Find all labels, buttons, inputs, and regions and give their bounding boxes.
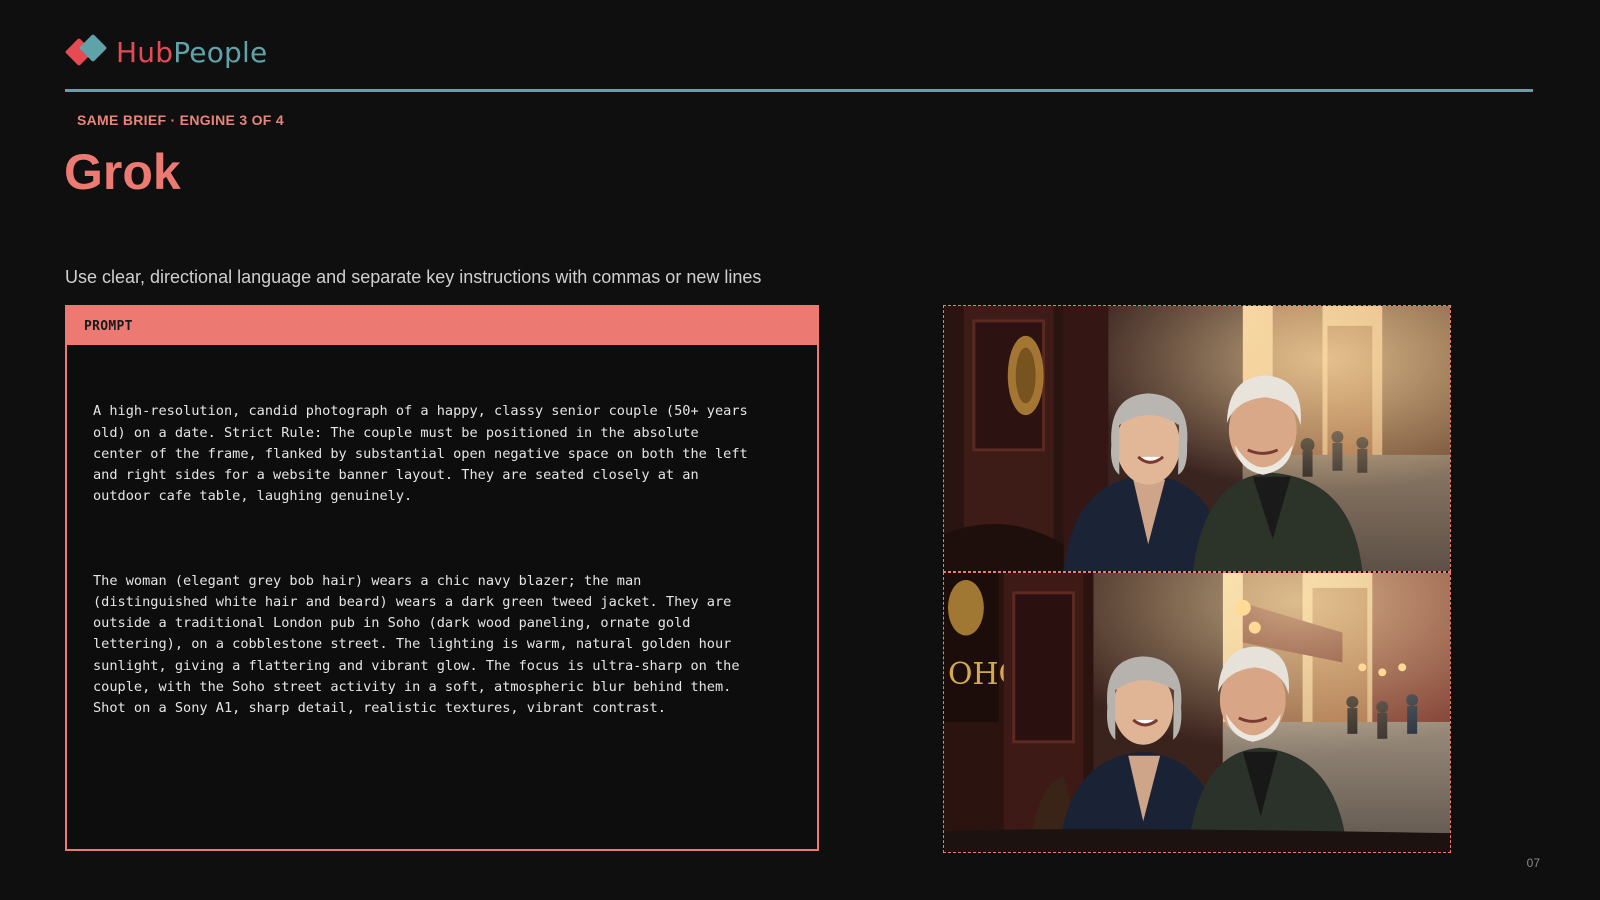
- slide-title: Grok: [64, 144, 181, 200]
- header-divider: [65, 89, 1533, 92]
- prompt-paragraph-2: The woman (elegant grey bob hair) wears …: [93, 572, 740, 717]
- brand-name-people: People: [173, 36, 268, 69]
- prompt-body: A high-resolution, candid photograph of …: [67, 345, 817, 762]
- generated-image-1: [943, 305, 1451, 572]
- brand-logo: HubPeople: [64, 33, 267, 70]
- prompt-header: PROMPT: [67, 307, 817, 345]
- brand-wordmark: HubPeople: [116, 39, 267, 67]
- generated-image-2: OHO: [943, 572, 1451, 853]
- brand-name-hub: Hub: [116, 36, 174, 69]
- slide-kicker: SAME BRIEF · ENGINE 3 OF 4: [77, 112, 284, 128]
- couple-photo-1: [944, 306, 1450, 571]
- couple-photo-2: OHO: [944, 573, 1450, 852]
- page-number: 07: [1526, 856, 1540, 870]
- prompt-panel: PROMPT A high-resolution, candid photogr…: [65, 305, 819, 851]
- prompt-paragraph-1: A high-resolution, candid photograph of …: [93, 403, 748, 505]
- logo-diamond-icon: [64, 33, 108, 70]
- slide-subtitle: Use clear, directional language and sepa…: [65, 267, 762, 287]
